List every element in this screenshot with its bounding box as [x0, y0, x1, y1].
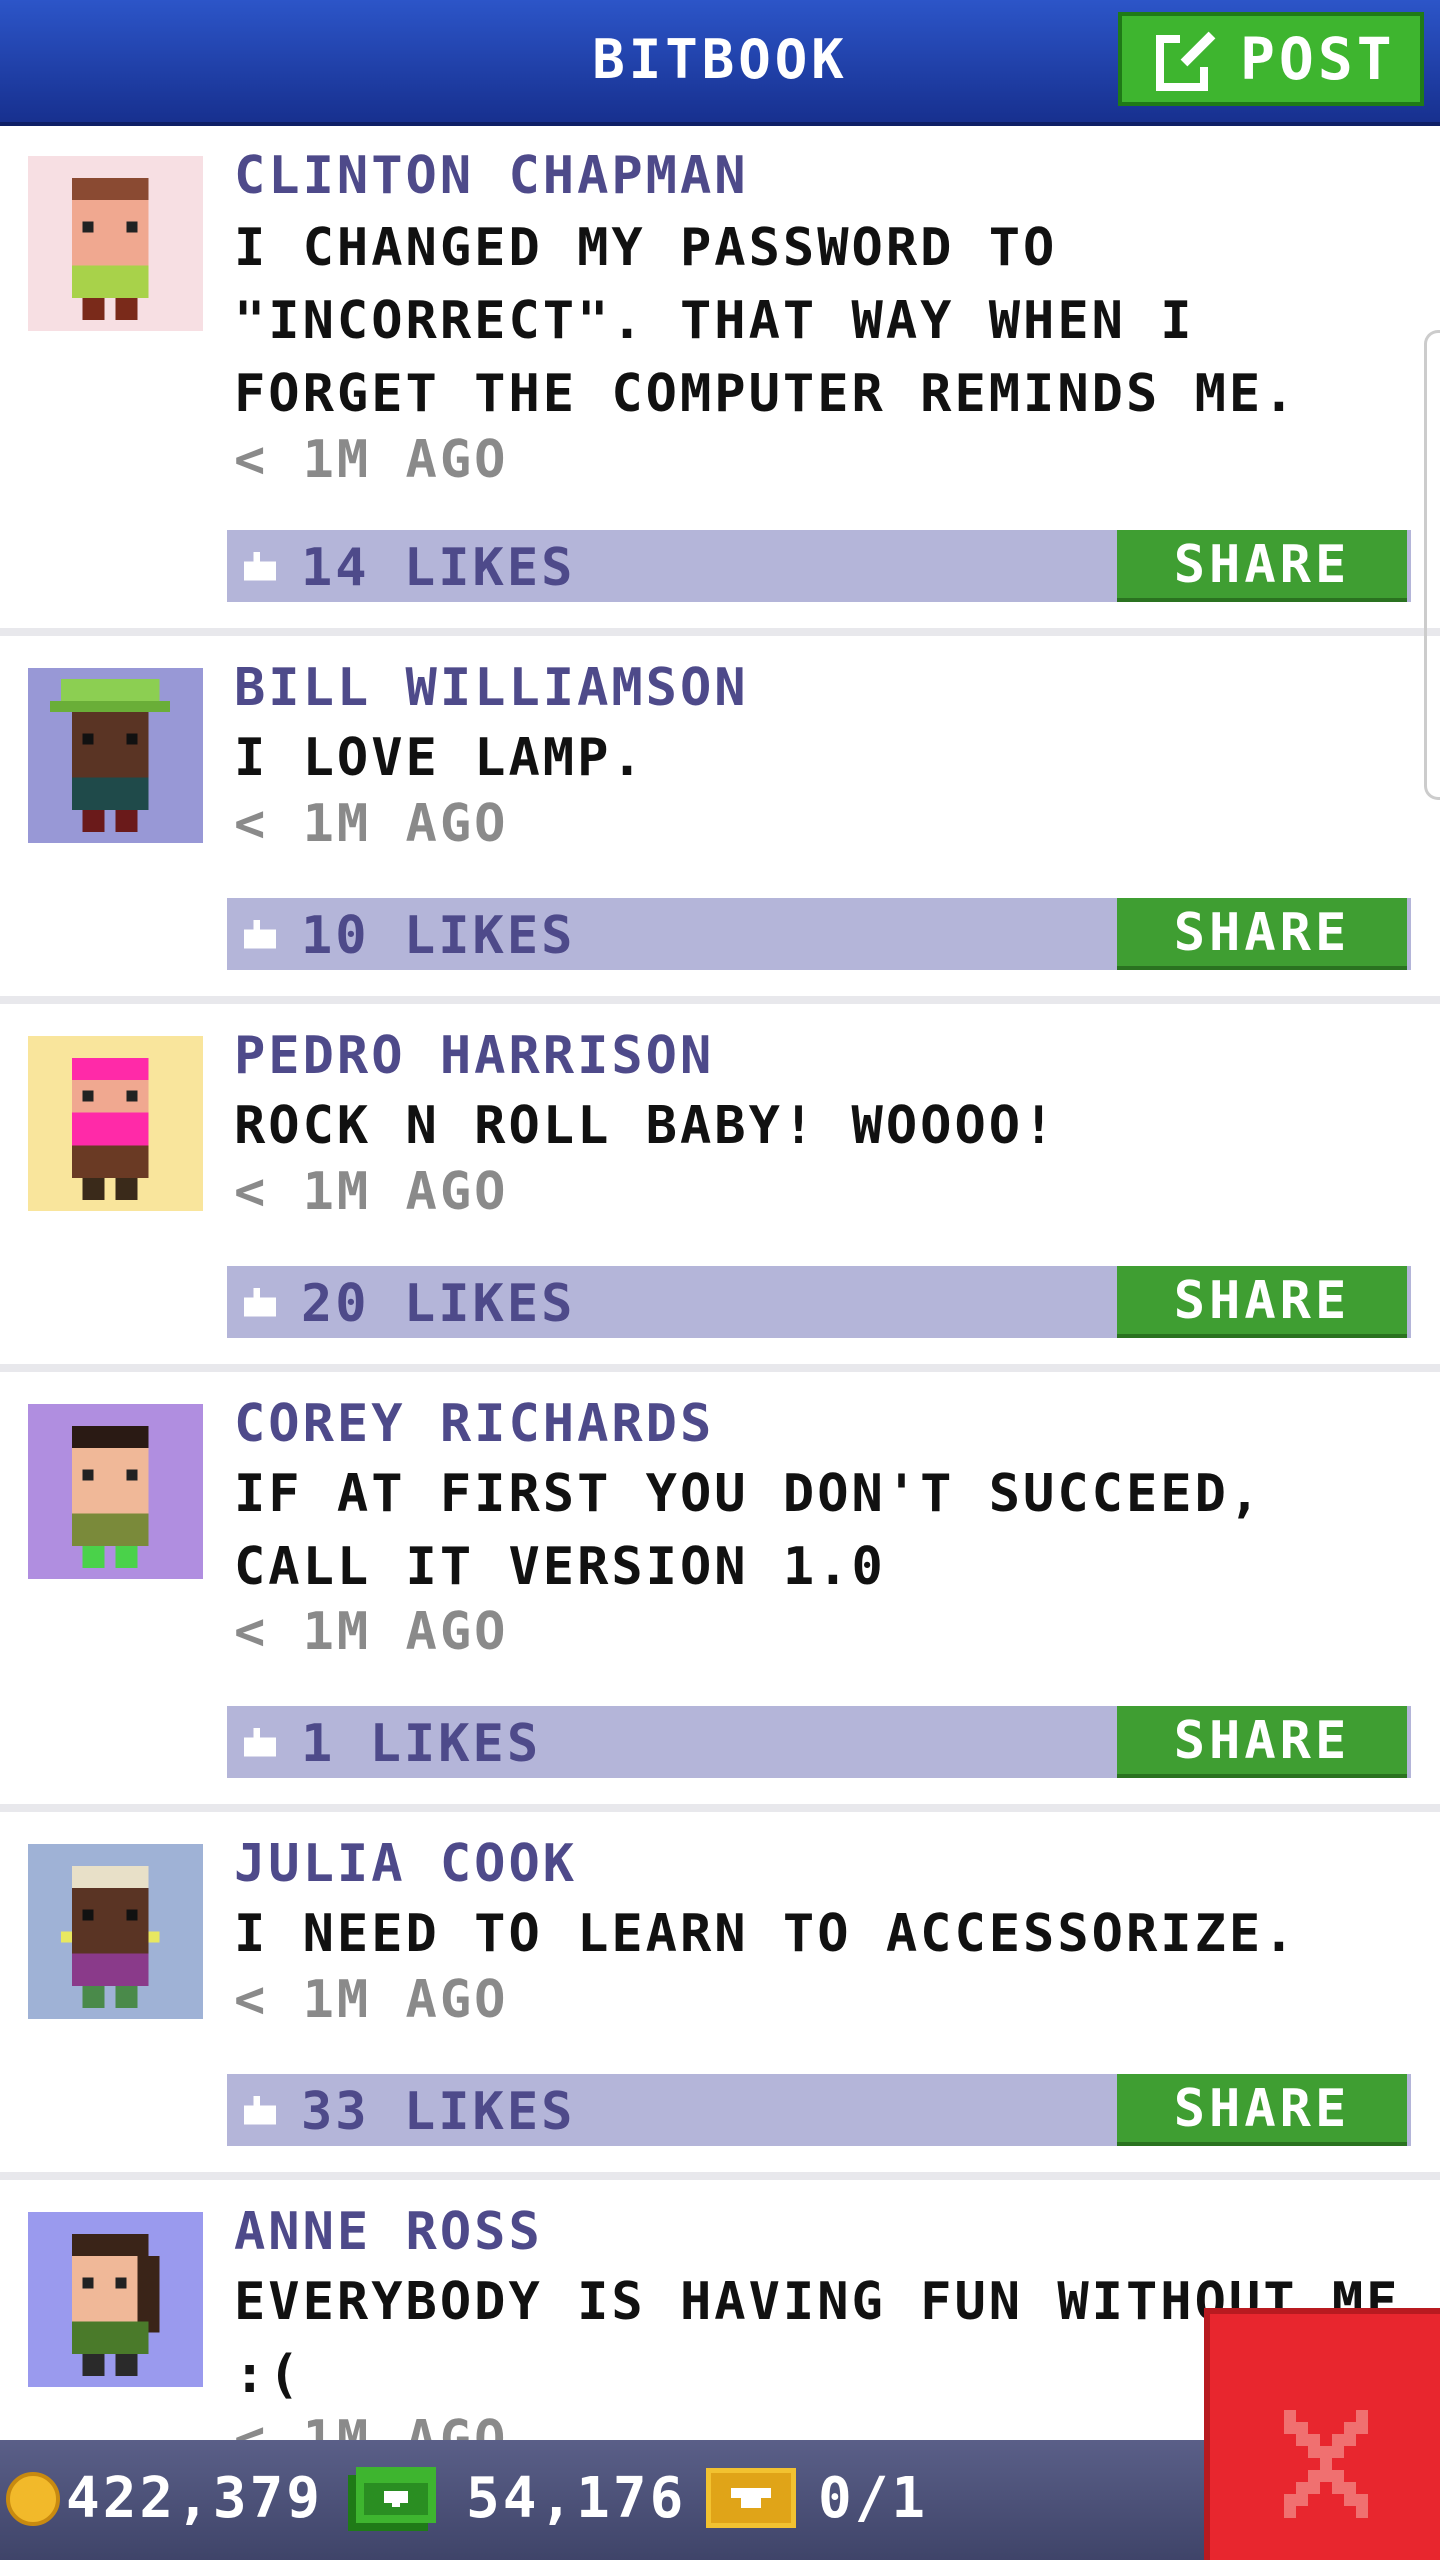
divider — [0, 2172, 1440, 2180]
like-bar[interactable]: 14 LIKES SHARE — [227, 530, 1411, 602]
like-bar[interactable]: 20 LIKES SHARE — [227, 1266, 1411, 1338]
post-time: < 1M AGO — [234, 430, 509, 490]
post-message: I LOVE LAMP. — [234, 728, 646, 788]
post-author[interactable]: CLINTON CHAPMAN — [234, 146, 749, 206]
post-message: I CHANGED MY PASSWORD TO "INCORRECT". TH… — [234, 218, 1298, 424]
post-author[interactable]: JULIA COOK — [234, 1834, 577, 1894]
post-time: < 1M AGO — [234, 1602, 509, 1662]
avatar — [28, 1036, 203, 1211]
bux-count: 54,176 — [466, 2466, 687, 2531]
post-author[interactable]: COREY RICHARDS — [234, 1394, 714, 1454]
post-time: < 1M AGO — [234, 2410, 509, 2440]
thumbs-up-icon — [244, 1728, 276, 1757]
scroll-indicator[interactable] — [1424, 330, 1440, 800]
avatar — [28, 1844, 203, 2019]
feed-post: CLINTON CHAPMAN I CHANGED MY PASSWORD TO… — [0, 126, 1440, 636]
like-count: 33 LIKES — [301, 2082, 576, 2142]
ticket-count: 0/1 — [818, 2466, 929, 2531]
coin-icon — [6, 2472, 60, 2526]
thumbs-up-icon — [244, 552, 276, 581]
post-author[interactable]: PEDRO HARRISON — [234, 1026, 714, 1086]
ticket-icon — [706, 2468, 796, 2528]
post-button-label: POST — [1240, 25, 1396, 93]
avatar — [28, 2212, 203, 2387]
post-author[interactable]: BILL WILLIAMSON — [234, 658, 749, 718]
avatar — [28, 156, 203, 331]
share-button[interactable]: SHARE — [1117, 530, 1407, 602]
top-bar: BITBOOK POST — [0, 0, 1440, 126]
share-button[interactable]: SHARE — [1117, 898, 1407, 970]
share-button[interactable]: SHARE — [1117, 2074, 1407, 2146]
share-button[interactable]: SHARE — [1117, 1706, 1407, 1778]
post-button[interactable]: POST — [1118, 12, 1424, 106]
avatar — [28, 1404, 203, 1579]
close-icon — [1284, 2410, 1368, 2518]
feed-post: JULIA COOK I NEED TO LEARN TO ACCESSORIZ… — [0, 1812, 1440, 2180]
post-time: < 1M AGO — [234, 794, 509, 854]
feed[interactable]: CLINTON CHAPMAN I CHANGED MY PASSWORD TO… — [0, 126, 1440, 2440]
post-message: I NEED TO LEARN TO ACCESSORIZE. — [234, 1904, 1298, 1964]
like-bar[interactable]: 10 LIKES SHARE — [227, 898, 1411, 970]
post-time: < 1M AGO — [234, 1970, 509, 2030]
like-count: 10 LIKES — [301, 906, 576, 966]
avatar — [28, 668, 203, 843]
feed-post: COREY RICHARDS IF AT FIRST YOU DON'T SUC… — [0, 1372, 1440, 1812]
divider — [0, 1364, 1440, 1372]
coin-count: 422,379 — [66, 2466, 324, 2531]
bux-icon — [348, 2467, 436, 2531]
like-count: 20 LIKES — [301, 1274, 576, 1334]
post-message: IF AT FIRST YOU DON'T SUCCEED, CALL IT V… — [234, 1464, 1264, 1597]
close-button[interactable] — [1204, 2308, 1440, 2560]
like-bar[interactable]: 1 LIKES SHARE — [227, 1706, 1411, 1778]
divider — [0, 996, 1440, 1004]
divider — [0, 628, 1440, 636]
post-time: < 1M AGO — [234, 1162, 509, 1222]
feed-post: PEDRO HARRISON ROCK N ROLL BABY! WOOOO! … — [0, 1004, 1440, 1372]
thumbs-up-icon — [244, 920, 276, 949]
like-count: 1 LIKES — [301, 1714, 542, 1774]
thumbs-up-icon — [244, 1288, 276, 1317]
post-message: ROCK N ROLL BABY! WOOOO! — [234, 1096, 1058, 1156]
like-count: 14 LIKES — [301, 538, 576, 598]
compose-icon — [1156, 31, 1216, 91]
thumbs-up-icon — [244, 2096, 276, 2125]
post-author[interactable]: ANNE ROSS — [234, 2202, 543, 2262]
feed-post: BILL WILLIAMSON I LOVE LAMP. < 1M AGO 10… — [0, 636, 1440, 1004]
like-bar[interactable]: 33 LIKES SHARE — [227, 2074, 1411, 2146]
divider — [0, 1804, 1440, 1812]
share-button[interactable]: SHARE — [1117, 1266, 1407, 1338]
